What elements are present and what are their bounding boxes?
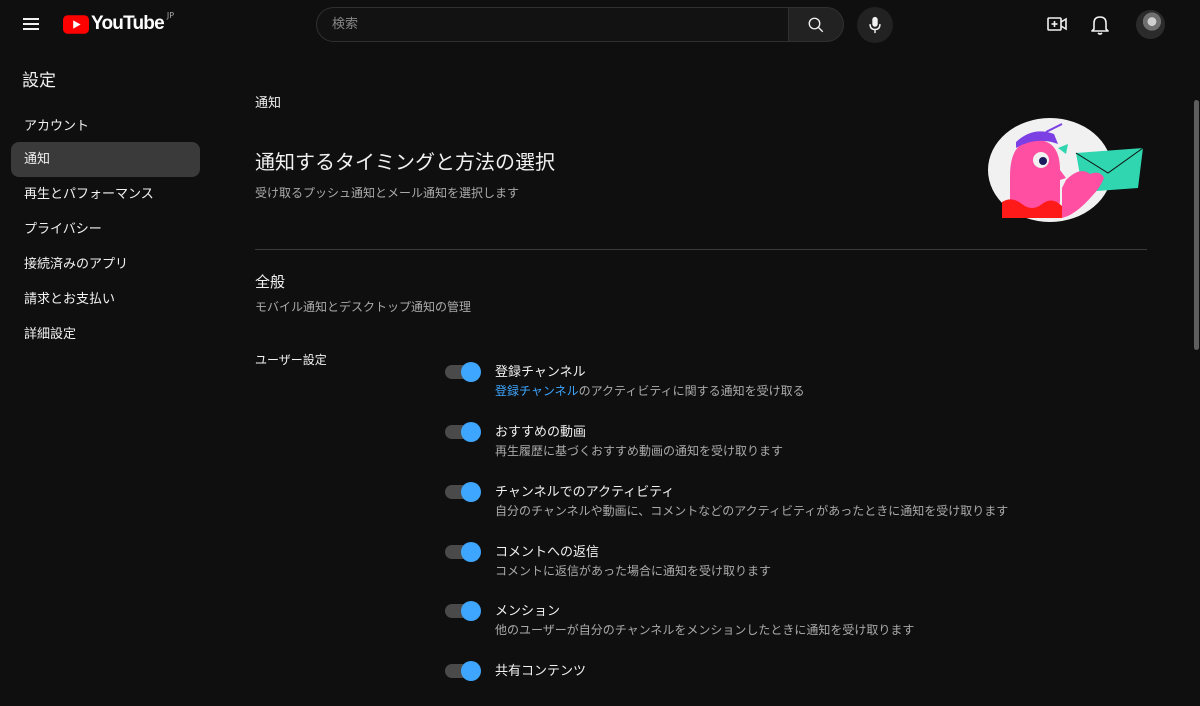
setting-subscriptions: 登録チャンネル 登録チャンネルのアクティビティに関する通知を受け取る — [445, 361, 1145, 407]
search-field[interactable] — [316, 7, 788, 42]
page-subtitle: 受け取るプッシュ通知とメール通知を選択します — [255, 186, 520, 200]
sidebar-item-privacy[interactable]: プライバシー — [11, 212, 200, 247]
user-settings-label: ユーザー設定 — [255, 353, 327, 367]
comment-replies-toggle[interactable] — [445, 542, 481, 562]
scrollbar-thumb[interactable] — [1194, 100, 1199, 350]
setting-title: 共有コンテンツ — [495, 664, 587, 679]
setting-description: 再生履歴に基づくおすすめ動画の通知を受け取ります — [495, 444, 784, 458]
recommended-videos-toggle[interactable] — [445, 422, 481, 442]
subscriptions-toggle[interactable] — [445, 362, 481, 382]
youtube-logo[interactable]: YouTube JP — [63, 11, 175, 35]
setting-description: 登録チャンネルのアクティビティに関する通知を受け取る — [495, 382, 805, 399]
menu-icon[interactable] — [20, 12, 44, 36]
setting-channel-activity: チャンネルでのアクティビティ 自分のチャンネルや動画に、コメントなどのアクティビ… — [445, 481, 1145, 527]
sidebar-item-notifications[interactable]: 通知 — [11, 142, 200, 177]
region-code: JP — [166, 11, 175, 20]
setting-description: 自分のチャンネルや動画に、コメントなどのアクティビティがあったときに通知を受け取… — [495, 504, 1009, 518]
setting-title: おすすめの動画 — [495, 425, 587, 440]
section-title: 全般 — [255, 273, 286, 291]
search-icon — [808, 17, 824, 32]
toggle-knob — [461, 362, 481, 382]
channel-activity-toggle[interactable] — [445, 482, 481, 502]
toggle-knob — [461, 661, 481, 681]
page-title: 通知するタイミングと方法の選択 — [255, 150, 555, 174]
search-input[interactable] — [332, 8, 788, 41]
create-video-icon — [1047, 17, 1067, 31]
setting-description: コメントに返信があった場合に通知を受け取ります — [495, 564, 772, 578]
section-divider — [255, 249, 1147, 250]
setting-description: 他のユーザーが自分のチャンネルをメンションしたときに通知を受け取ります — [495, 623, 915, 637]
section-description: モバイル通知とデスクトップ通知の管理 — [255, 300, 472, 314]
logo-wordmark: YouTube — [91, 13, 165, 34]
toggle-knob — [461, 422, 481, 442]
toggle-knob — [461, 542, 481, 562]
avatar[interactable] — [1136, 10, 1165, 39]
notifications-button[interactable] — [1088, 12, 1112, 36]
setting-comment-replies: コメントへの返信 コメントに返信があった場合に通知を受け取ります — [445, 541, 1145, 587]
youtube-play-icon — [63, 15, 89, 34]
shared-content-toggle[interactable] — [445, 661, 481, 681]
page-scrollbar[interactable] — [1192, 48, 1200, 675]
bell-icon — [1091, 16, 1109, 35]
breadcrumb: 通知 — [255, 96, 282, 111]
sidebar-title: 設定 — [22, 71, 56, 91]
toggle-knob — [461, 482, 481, 502]
notification-illustration — [988, 118, 1144, 222]
setting-title: 登録チャンネル — [495, 365, 586, 380]
create-video-button[interactable] — [1045, 12, 1069, 36]
setting-title: メンション — [495, 604, 561, 619]
setting-description-text: のアクティビティに関する通知を受け取る — [578, 384, 805, 398]
setting-mentions: メンション 他のユーザーが自分のチャンネルをメンションしたときに通知を受け取りま… — [445, 600, 1145, 646]
sidebar-item-account[interactable]: アカウント — [11, 109, 200, 144]
search-button[interactable] — [788, 7, 844, 42]
sidebar-item-connected-apps[interactable]: 接続済みのアプリ — [11, 247, 200, 282]
setting-title: コメントへの返信 — [495, 545, 600, 560]
setting-shared-content: 共有コンテンツ — [445, 660, 1145, 706]
setting-recommended-videos: おすすめの動画 再生履歴に基づくおすすめ動画の通知を受け取ります — [445, 421, 1145, 467]
sidebar-item-playback[interactable]: 再生とパフォーマンス — [11, 177, 200, 212]
setting-title: チャンネルでのアクティビティ — [495, 485, 675, 500]
sidebar-item-advanced[interactable]: 詳細設定 — [11, 317, 200, 352]
mentions-toggle[interactable] — [445, 601, 481, 621]
voice-search-button[interactable] — [857, 7, 893, 43]
top-bar: YouTube JP — [0, 0, 1200, 48]
toggle-knob — [461, 601, 481, 621]
mic-icon — [869, 16, 881, 34]
subscriptions-link[interactable]: 登録チャンネル — [495, 384, 579, 398]
sidebar-item-billing[interactable]: 請求とお支払い — [11, 282, 200, 317]
